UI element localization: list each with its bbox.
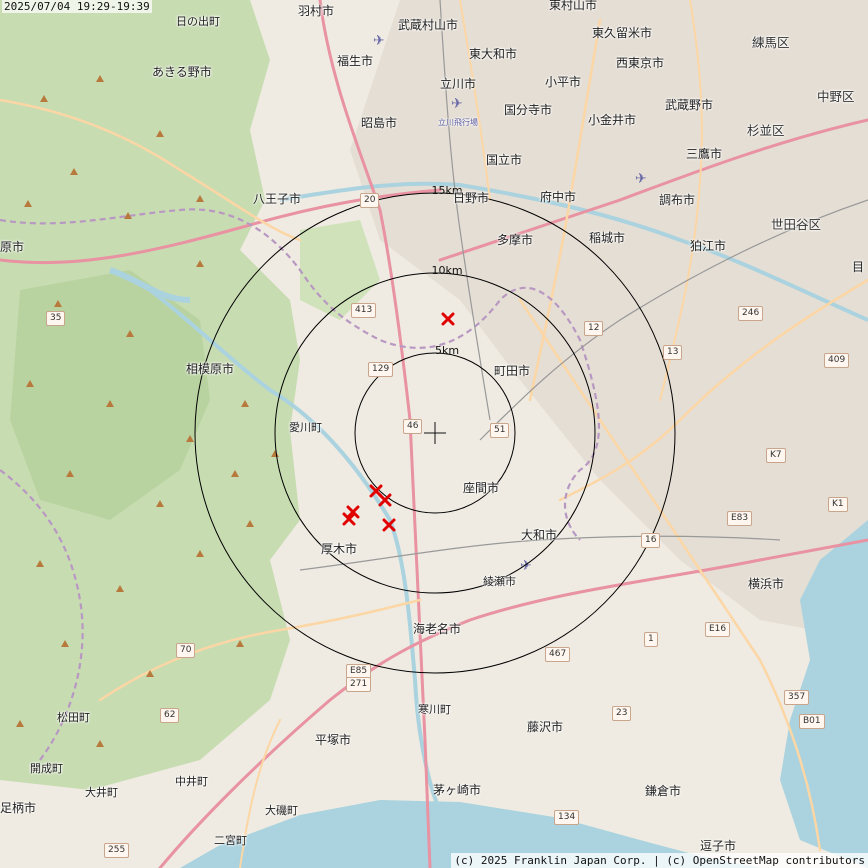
svg-text:✈: ✈	[520, 558, 532, 574]
route-shield: E16	[705, 622, 731, 637]
place-label: 藤沢市	[527, 720, 564, 734]
place-label: 三鷹市	[686, 147, 723, 161]
place-label: 愛川町	[289, 421, 322, 434]
route-shield: 13	[663, 345, 683, 360]
place-label: 小金井市	[588, 113, 637, 127]
route-shield: 16	[641, 533, 661, 548]
place-label: あきる野市	[152, 65, 212, 79]
place-label: 平塚市	[315, 733, 352, 747]
place-label: 西東京市	[616, 56, 665, 70]
route-shield: 12	[584, 321, 604, 336]
place-label: 逗子市	[700, 839, 737, 853]
place-label: 八王子市	[253, 192, 302, 206]
observation-timestamp: 2025/07/04 19:29-19:39	[2, 0, 152, 13]
place-label: 松田町	[57, 711, 90, 724]
route-shield: 129	[368, 362, 394, 377]
svg-text:✈: ✈	[635, 171, 647, 187]
place-label: 寒川町	[418, 703, 451, 716]
place-label: 大井町	[85, 786, 118, 799]
place-label: 練馬区	[752, 35, 790, 50]
route-shield: 413	[351, 303, 377, 318]
place-label: 中野区	[817, 89, 855, 104]
distance-ring-label: 10km	[431, 264, 462, 277]
route-shield: 1	[644, 632, 658, 647]
place-label: 原市	[0, 240, 25, 254]
place-label: 調布市	[659, 193, 696, 207]
place-label: 中井町	[175, 775, 208, 788]
route-shield: K7	[766, 448, 786, 463]
place-label: 日の出町	[176, 15, 220, 28]
route-shield: 35	[46, 311, 66, 326]
place-label: 世田谷区	[771, 217, 822, 232]
place-label: 厚木市	[321, 542, 358, 556]
place-label: 東村山市	[549, 0, 598, 12]
place-label: 座間市	[463, 481, 500, 495]
place-label: 多摩市	[497, 233, 534, 247]
route-shield: B01	[799, 714, 825, 729]
place-label: 目	[852, 260, 865, 274]
place-label: 海老名市	[413, 622, 462, 636]
place-label: 足柄市	[0, 801, 37, 815]
route-shield: 409	[824, 353, 850, 368]
route-shield: 271	[346, 677, 372, 692]
place-label: 昭島市	[361, 116, 398, 130]
place-label: 横浜市	[748, 577, 785, 591]
place-label: 府中市	[540, 190, 577, 204]
route-shield: 23	[612, 706, 632, 721]
place-label: 大和市	[521, 528, 558, 542]
place-label: 開成町	[30, 762, 63, 775]
place-label: 国立市	[486, 153, 523, 167]
place-label: 羽村市	[298, 4, 335, 18]
place-label: 大磯町	[265, 804, 298, 817]
map-attribution: (c) 2025 Franklin Japan Corp. | (c) Open…	[451, 853, 868, 868]
place-label: 立川市	[440, 77, 477, 91]
route-shield: E83	[727, 511, 753, 526]
place-label: 東大和市	[469, 47, 518, 61]
place-label: 狛江市	[690, 239, 727, 253]
route-shield: 20	[360, 193, 380, 208]
svg-text:✈: ✈	[373, 33, 385, 49]
place-label: 鎌倉市	[645, 784, 682, 798]
place-label: 日野市	[453, 191, 490, 205]
place-label: 相模原市	[186, 362, 235, 376]
map-canvas[interactable]: ✈✈ ✈✈ 5km10km15km	[0, 0, 868, 868]
place-label: 二宮町	[214, 834, 247, 847]
place-label: 福生市	[337, 54, 374, 68]
place-label: 武蔵村山市	[398, 18, 459, 32]
route-shield: 51	[490, 423, 510, 438]
place-label: 小平市	[545, 75, 582, 89]
svg-text:✈: ✈	[451, 96, 463, 112]
route-shield: K1	[828, 497, 848, 512]
place-label: 東久留米市	[592, 26, 653, 40]
place-label: 立川飛行場	[438, 118, 478, 127]
route-shield: 62	[160, 708, 180, 723]
route-shield: 255	[104, 843, 130, 858]
route-shield: 467	[545, 647, 571, 662]
distance-ring-label: 5km	[435, 344, 459, 357]
route-shield: 357	[784, 690, 810, 705]
place-label: 国分寺市	[504, 103, 553, 117]
place-label: 茅ヶ崎市	[433, 783, 482, 797]
route-shield: 46	[403, 419, 423, 434]
place-label: 武蔵野市	[665, 98, 714, 112]
place-label: 稲城市	[589, 231, 626, 245]
route-shield: 134	[554, 810, 580, 825]
place-label: 杉並区	[747, 123, 785, 138]
place-label: 綾瀬市	[483, 575, 516, 588]
place-label: 町田市	[494, 364, 531, 378]
route-shield: 246	[738, 306, 764, 321]
route-shield: 70	[176, 643, 196, 658]
